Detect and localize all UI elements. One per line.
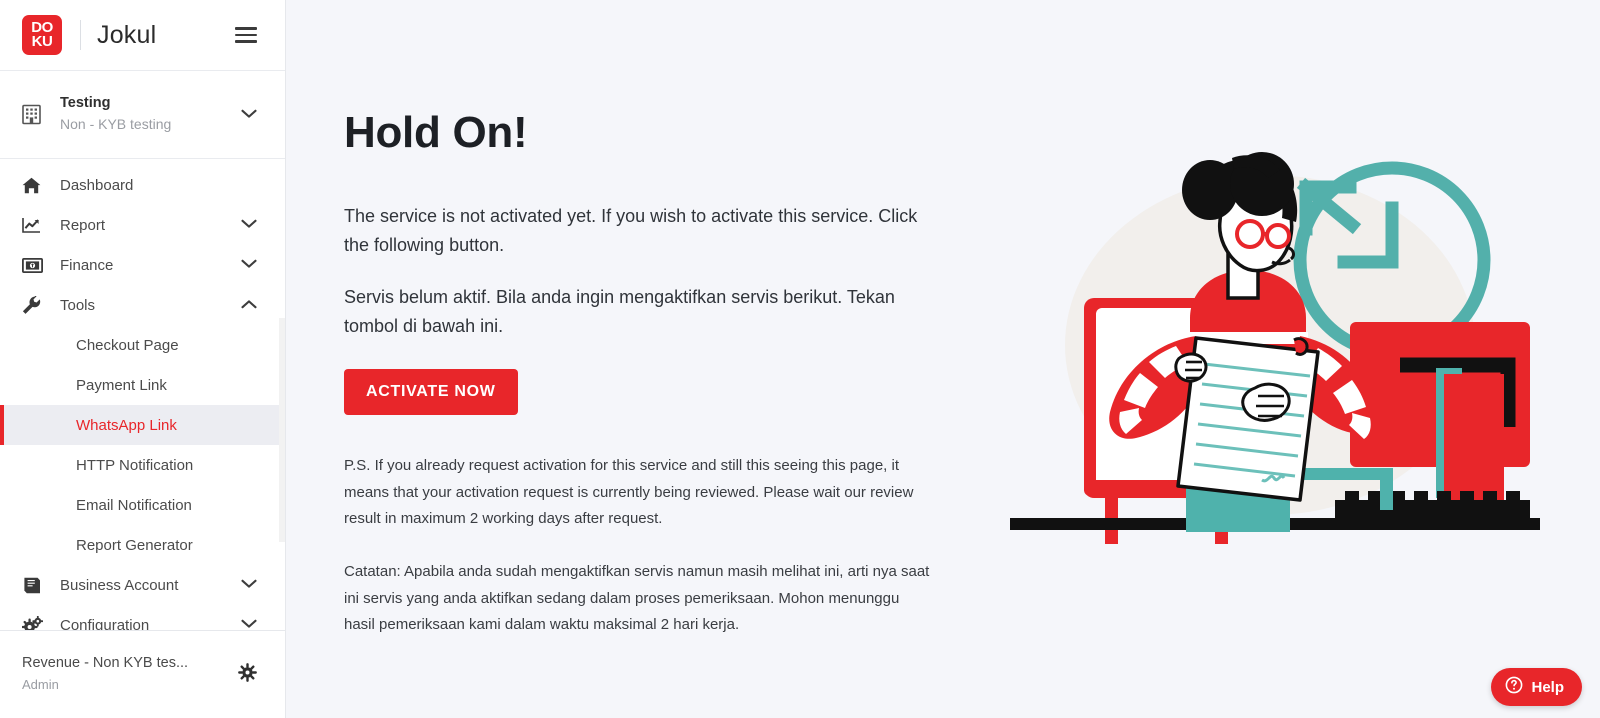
ps-note-indonesian: Catatan: Apabila anda sudah mengaktifkan… [344, 562, 930, 634]
chevron-down-icon[interactable] [241, 576, 257, 594]
sidebar-item-payment-link[interactable]: Payment Link [0, 365, 285, 405]
sidebar-subitem-label: Report Generator [76, 536, 193, 554]
help-button[interactable]: Help [1491, 668, 1582, 706]
sidebar-subitem-label: HTTP Notification [76, 456, 194, 474]
sidebar-footer: Revenue - Non KYB tes... Admin [0, 630, 285, 718]
paragraph-indonesian: Servis belum aktif. Bila anda ingin meng… [344, 286, 895, 336]
doku-logo[interactable]: DO KU [22, 15, 62, 55]
hamburger-bar-3 [235, 40, 257, 43]
sidebar-item-label: Business Account [60, 576, 179, 594]
chevron-down-icon[interactable] [241, 216, 257, 234]
ps-note-english: P.S. If you already request activation f… [344, 456, 914, 528]
sidebar-item-configuration[interactable]: Configuration [0, 605, 285, 630]
sidebar-item-tools[interactable]: Tools [0, 285, 285, 325]
activate-now-button[interactable]: ACTIVATE NOW [344, 368, 518, 415]
sidebar-subitem-label: Email Notification [76, 496, 192, 514]
chevron-up-icon[interactable] [241, 296, 257, 314]
trending-up-icon [22, 217, 48, 234]
sidebar: DO KU Jokul Testing Non - KYB testing Da… [0, 0, 286, 718]
hamburger-bar-1 [235, 27, 257, 30]
sidebar-scrollbar[interactable] [279, 318, 285, 542]
sidebar-item-dashboard[interactable]: Dashboard [0, 165, 285, 205]
sidebar-nav-scroll[interactable]: Dashboard Report Finance Tools Checkout … [0, 159, 285, 630]
merchant-subtitle: Non - KYB testing [60, 115, 172, 132]
copy-column: Hold On! The service is not activated ye… [344, 108, 934, 639]
sidebar-item-checkout-page[interactable]: Checkout Page [0, 325, 285, 365]
book-icon [22, 577, 48, 594]
hamburger-bar-2 [235, 33, 257, 37]
sidebar-subitem-label: Payment Link [76, 376, 167, 394]
app-root: DO KU Jokul Testing Non - KYB testing Da… [0, 0, 1600, 718]
sidebar-item-whatsapp-link[interactable]: WhatsApp Link [0, 405, 285, 445]
paragraph-english: The service is not activated yet. If you… [344, 206, 918, 256]
building-icon [22, 104, 48, 125]
brand-header: DO KU Jokul [0, 0, 285, 71]
chevron-down-icon[interactable] [241, 106, 257, 124]
home-icon [22, 177, 48, 194]
sidebar-item-email-notification[interactable]: Email Notification [0, 485, 285, 525]
question-circle-icon [1505, 676, 1523, 698]
sidebar-subitem-label: Checkout Page [76, 336, 179, 354]
sidebar-item-label: Finance [60, 256, 114, 274]
merchant-name: Testing [60, 95, 111, 112]
sidebar-item-report[interactable]: Report [0, 205, 285, 245]
sidebar-item-finance[interactable]: Finance [0, 245, 285, 285]
account-name: Revenue - Non KYB tes... [22, 655, 189, 672]
brand-divider [80, 20, 81, 50]
wrench-icon [22, 295, 48, 315]
sidebar-item-label: Configuration [60, 616, 150, 631]
account-role: Admin [22, 676, 59, 692]
sidebar-item-business-account[interactable]: Business Account [0, 565, 285, 605]
merchant-text: Testing Non - KYB testing [60, 94, 171, 135]
sidebar-item-label: Dashboard [60, 176, 134, 194]
sidebar-item-label: Report [60, 216, 106, 234]
chevron-down-icon[interactable] [241, 616, 257, 630]
gear-icon[interactable] [238, 662, 257, 687]
page-title: Hold On! [344, 108, 528, 157]
sidebar-nav-list: Dashboard Report Finance Tools Checkout … [0, 159, 285, 630]
woman-reading-document-at-desk-with-clock-illustration [1000, 150, 1560, 570]
help-button-label: Help [1531, 678, 1564, 696]
sidebar-subitem-label: WhatsApp Link [76, 416, 177, 434]
banknote-icon [22, 257, 48, 273]
hamburger-icon[interactable] [235, 27, 257, 43]
cogs-icon [22, 615, 48, 630]
brand-title: Jokul [97, 20, 157, 49]
sidebar-item-label: Tools [60, 296, 96, 314]
merchant-selector[interactable]: Testing Non - KYB testing [0, 71, 285, 159]
chevron-down-icon[interactable] [241, 256, 257, 274]
main-content: Hold On! The service is not activated ye… [286, 0, 1600, 718]
sidebar-item-http-notification[interactable]: HTTP Notification [0, 445, 285, 485]
sidebar-item-report-generator[interactable]: Report Generator [0, 525, 285, 565]
account-info: Revenue - Non KYB tes... Admin [22, 653, 188, 696]
logo-text-bottom: KU [31, 33, 53, 50]
